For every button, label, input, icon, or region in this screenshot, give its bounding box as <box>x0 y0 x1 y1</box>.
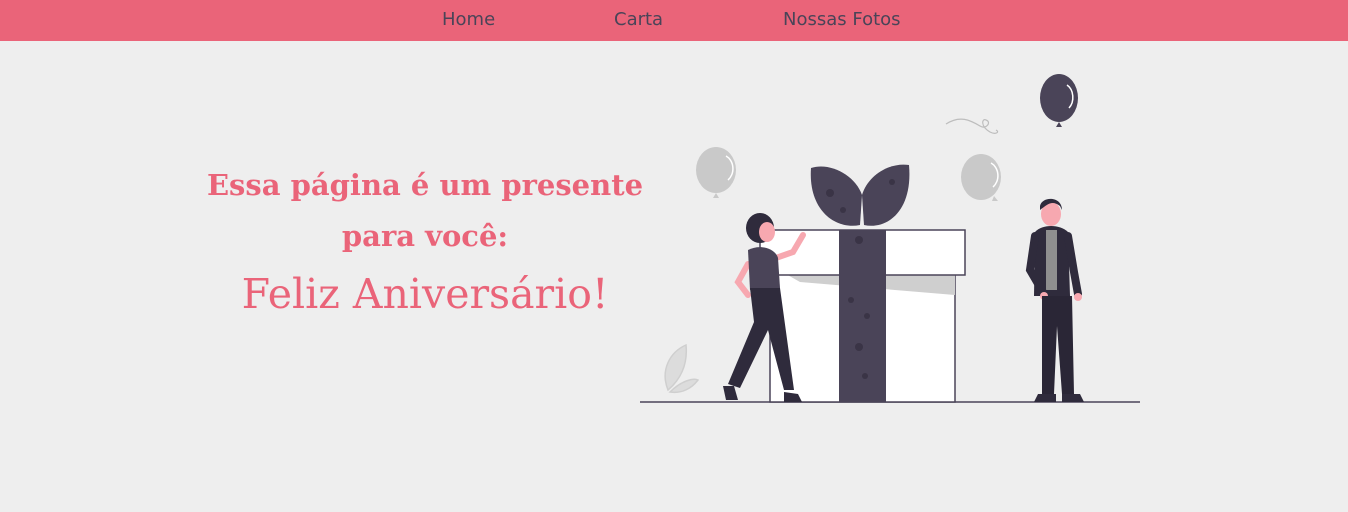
man-figure <box>1025 198 1084 402</box>
nav-link-carta[interactable]: Carta <box>614 9 663 31</box>
hero-heading: Essa página é um presente para você: <box>206 168 644 253</box>
nav-link-home[interactable]: Home <box>442 9 495 31</box>
squiggle-decoration <box>945 118 999 134</box>
nav-link-nossas-fotos[interactable]: Nossas Fotos <box>783 9 901 31</box>
gray-balloon-right <box>961 154 1001 201</box>
hero-text-block: Essa página é um presente para você: Fel… <box>200 160 650 319</box>
dark-balloon <box>1040 74 1078 127</box>
top-navigation-bar: Home Carta Nossas Fotos <box>0 0 1348 41</box>
gift-celebration-illustration <box>640 74 1140 403</box>
hero-subheading: Feliz Aniversário! <box>241 270 609 318</box>
leaf-decoration <box>664 343 700 394</box>
gray-balloon-left <box>696 147 736 198</box>
